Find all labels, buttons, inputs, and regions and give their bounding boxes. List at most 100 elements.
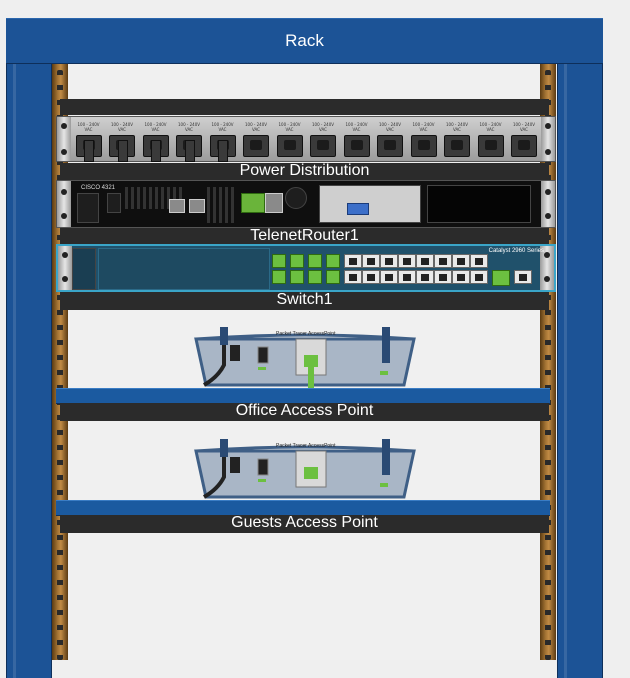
device-label-bar: Office Access Point (60, 402, 549, 421)
telenet-router-device[interactable]: CISCO 4321 (56, 180, 556, 228)
rack-post-right (557, 18, 603, 678)
switch-port[interactable] (362, 270, 380, 284)
switch-port[interactable] (434, 254, 452, 268)
outlet-rating: 100 - 240V VAC (245, 122, 267, 132)
switch-port-connected[interactable] (272, 254, 286, 268)
mounting-ear (541, 117, 555, 161)
device-label-power-distribution[interactable]: Power Distribution (60, 162, 549, 180)
outlet-rating: 100 - 240V VAC (178, 122, 200, 132)
switch-port-connected[interactable] (290, 254, 304, 268)
power-plug (84, 140, 94, 162)
switch-port[interactable] (470, 254, 488, 268)
pdu-outlet[interactable]: 100 - 240V VAC (176, 122, 203, 162)
pdu-outlet[interactable]: 100 - 240V VAC (343, 122, 370, 157)
outlet-socket[interactable] (276, 135, 303, 157)
pdu-outlet[interactable]: 100 - 240V VAC (209, 122, 236, 162)
outlet-socket[interactable] (310, 135, 336, 157)
outlet-rating: 100 - 240V VAC (412, 122, 435, 132)
ge-port-connected[interactable] (241, 193, 265, 213)
power-plug (117, 140, 128, 162)
console-port[interactable] (169, 199, 185, 213)
switch-port[interactable] (398, 270, 416, 284)
power-plug (184, 140, 195, 162)
device-label-bar: Power Distribution (60, 162, 549, 181)
device-label-switch[interactable]: Switch1 (60, 291, 549, 309)
uplink-port-connected[interactable] (492, 270, 510, 286)
router-status-panel (77, 193, 99, 223)
uplink-port[interactable] (514, 270, 532, 284)
power-distribution-device[interactable]: 100 - 240V VAC 100 - 240V VAC 100 - 240V V… (56, 116, 556, 162)
device-label-office-ap[interactable]: Office Access Point (60, 402, 549, 420)
pdu-outlet[interactable]: 100 - 240V VAC (377, 122, 404, 157)
switch-port[interactable] (416, 270, 434, 284)
pdu-outlet[interactable]: 100 - 240V VAC (142, 122, 169, 162)
switch-port[interactable] (380, 270, 398, 284)
usb-port[interactable] (189, 199, 205, 213)
office-access-point[interactable]: Packet Tracer AccessPoint (190, 325, 420, 393)
switch-port[interactable] (362, 254, 380, 268)
switch-port-connected[interactable] (308, 270, 322, 284)
nim-slot-1[interactable] (319, 185, 421, 223)
pdu-outlet[interactable]: 100 - 240V VAC (243, 122, 270, 157)
switch-port[interactable] (344, 254, 362, 268)
power-plug (151, 140, 161, 162)
switch-port[interactable] (344, 270, 362, 284)
switch-port[interactable] (398, 254, 416, 268)
pdu-outlet[interactable]: 100 - 240V VAC (109, 122, 136, 162)
outlet-socket[interactable] (511, 135, 537, 157)
pdu-outlet[interactable]: 100 - 240V VAC (477, 122, 504, 157)
switch-blank-panel (98, 248, 270, 290)
rack-header: Rack (6, 18, 603, 64)
pdu-outlet[interactable]: 100 - 240V VAC (310, 122, 337, 157)
ap-brand-label: Packet Tracer AccessPoint (276, 331, 336, 337)
switch-port-connected[interactable] (272, 270, 286, 284)
device-label-router[interactable]: TelenetRouter1 (60, 227, 549, 245)
pdu-outlet[interactable]: 100 - 240V VAC (276, 122, 303, 157)
switch-port-connected[interactable] (290, 270, 304, 284)
outlet-rating: 100 - 240V VAC (77, 122, 100, 132)
switch-port-connected[interactable] (308, 254, 322, 268)
router-fan (285, 187, 307, 209)
rack-post-left (6, 18, 52, 678)
switch-port[interactable] (434, 270, 452, 284)
serial-port[interactable] (347, 203, 369, 215)
device-label-bar: Guests Access Point (60, 514, 549, 533)
device-label-guests-ap[interactable]: Guests Access Point (60, 514, 549, 532)
router-model-label: CISCO 4321 (81, 185, 116, 191)
switch-series: Series (526, 248, 544, 254)
mounting-ear (57, 181, 71, 227)
outlet-socket[interactable] (410, 135, 437, 157)
switch-port-connected[interactable] (326, 254, 340, 268)
pdu-outlet[interactable]: 100 - 240V VAC (511, 122, 538, 157)
mounting-ear (58, 246, 72, 290)
outlet-rating: 100 - 240V VAC (513, 122, 535, 132)
outlet-rating: 100 - 240V VAC (379, 122, 401, 132)
outlet-rating: 100 - 240V VAC (446, 122, 468, 132)
outlet-rating: 100 - 240V VAC (278, 122, 301, 132)
pdu-outlet[interactable]: 100 - 240V VAC (444, 122, 471, 157)
pdu-outlet[interactable]: 100 - 240V VAC (75, 122, 102, 162)
nim-slot-2[interactable] (427, 185, 531, 223)
switch-port[interactable] (416, 254, 434, 268)
power-switch[interactable] (107, 193, 121, 213)
switch-port-connected[interactable] (326, 270, 340, 284)
pdu-outlet[interactable]: 100 - 240V VAC (410, 122, 437, 157)
switch-port[interactable] (380, 254, 398, 268)
ge-port[interactable] (265, 193, 283, 213)
switch-model: Catalyst 2960 (488, 248, 526, 254)
switch-device[interactable]: Catalyst 2960 Series (56, 244, 556, 292)
outlet-socket[interactable] (243, 135, 269, 157)
outlet-rating: 100 - 240V VAC (479, 122, 502, 132)
switch-port[interactable] (470, 270, 488, 284)
outlet-socket[interactable] (377, 135, 403, 157)
switch-model-label: Catalyst 2960 Series (489, 248, 544, 254)
switch-port[interactable] (452, 270, 470, 284)
router-vent (207, 187, 237, 223)
guests-access-point[interactable]: Packet Tracer AccessPoint (190, 437, 420, 499)
mounting-ear (57, 117, 71, 161)
outlet-socket[interactable] (444, 135, 470, 157)
outlet-socket[interactable] (477, 135, 504, 157)
rack-top-spacer (60, 99, 549, 115)
outlet-socket[interactable] (343, 135, 370, 157)
switch-port[interactable] (452, 254, 470, 268)
